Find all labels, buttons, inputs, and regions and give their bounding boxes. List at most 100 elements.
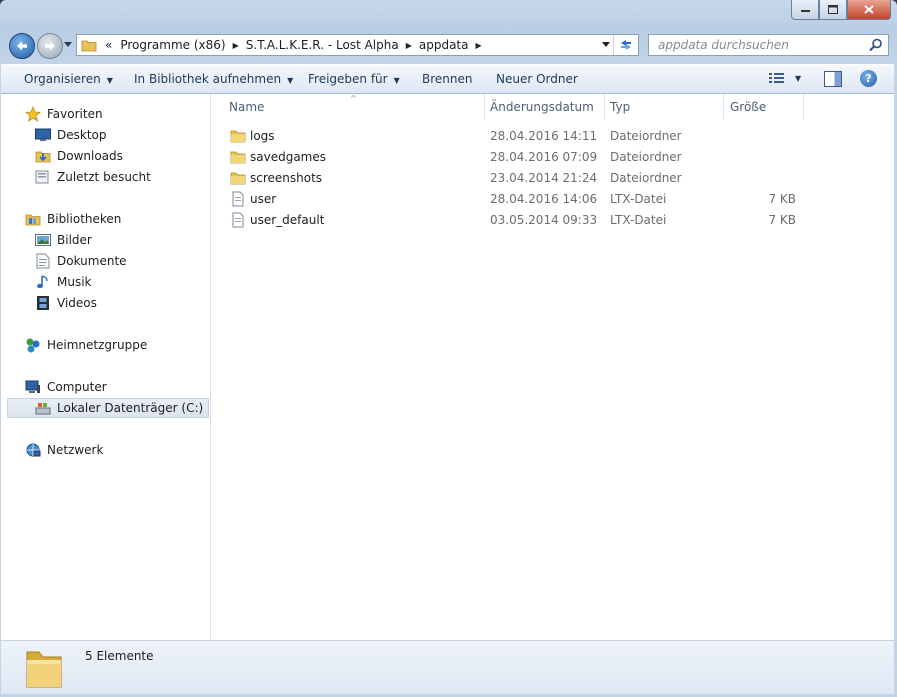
column-divider[interactable] [803,94,804,120]
homegroup-icon [25,337,41,353]
nav-downloads-label: Downloads [57,149,123,163]
close-button[interactable] [847,0,891,20]
nav-videos-label: Videos [57,296,97,310]
downloads-icon [35,148,51,164]
burn-button[interactable]: Brennen [422,72,472,86]
file-date: 03.05.2014 09:33 [490,213,598,227]
maximize-button[interactable] [819,0,847,20]
organize-button[interactable]: Organisieren ▼ [24,72,113,86]
nav-local-disk-label: Lokaler Datenträger (C:) [57,401,204,415]
file-name: savedgames [250,150,327,164]
share-with-button[interactable]: Freigeben für ▼ [308,72,400,86]
nav-computer[interactable]: Computer [25,377,107,397]
file-icon [232,191,244,207]
explorer-window: « Programme (x86) ▶ S.T.A.L.K.E.R. - Los… [0,0,897,697]
address-overflow-button[interactable]: « [105,38,112,52]
nav-videos[interactable]: Videos [35,293,97,313]
help-button[interactable]: ? [860,70,877,87]
column-header-name[interactable]: Name [229,94,264,120]
file-date: 28.04.2016 07:09 [490,150,598,164]
nav-libraries[interactable]: Bibliotheken [25,209,121,229]
column-divider[interactable] [604,94,605,120]
column-name-label: Name [229,100,265,114]
column-header-size[interactable]: Größe [730,94,766,120]
local-disk-icon [35,400,51,416]
file-date: 28.04.2016 14:06 [490,192,598,206]
nav-downloads[interactable]: Downloads [35,146,123,166]
nav-music[interactable]: Musik [35,272,92,292]
file-date: 23.04.2014 21:24 [490,171,598,185]
column-header-date[interactable]: Änderungsdatum [490,94,594,120]
column-divider[interactable] [723,94,724,120]
folder-icon [26,651,62,688]
back-button[interactable] [9,33,35,59]
navigation-pane: Favoriten Desktop Downloads Zuletzt besu… [1,94,211,640]
videos-icon [35,295,51,311]
file-icon [232,212,244,228]
search-box [648,34,889,56]
column-header-type[interactable]: Typ [610,94,630,120]
file-name: user_default [250,213,325,227]
address-history-dropdown[interactable] [602,40,610,49]
breadcrumb-separator-icon[interactable]: ▶ [475,41,481,50]
nav-homegroup[interactable]: Heimnetzgruppe [25,335,147,355]
nav-desktop-label: Desktop [57,128,107,142]
chevron-down-icon [64,42,72,47]
file-type: LTX-Datei [610,192,667,206]
breadcrumb-2[interactable]: appdata ▶ [419,38,489,52]
minimize-button[interactable] [791,0,819,20]
search-input[interactable] [656,37,870,53]
search-icon[interactable] [869,38,883,52]
breadcrumb-1[interactable]: S.T.A.L.K.E.R. - Lost Alpha ▶ [246,38,419,52]
music-icon [35,274,51,290]
breadcrumb-separator-icon[interactable]: ▶ [233,41,239,50]
forward-button[interactable] [37,33,63,59]
chevron-down-icon: ▼ [393,76,400,85]
minimize-icon [800,9,810,12]
folder-icon [230,130,246,143]
file-type: Dateiordner [610,171,682,185]
file-name: screenshots [250,171,323,185]
refresh-icon [621,40,631,50]
recent-pages-dropdown[interactable] [64,40,72,50]
breadcrumb-0[interactable]: Programme (x86) ▶ [120,38,245,52]
address-bar[interactable]: « Programme (x86) ▶ S.T.A.L.K.E.R. - Los… [76,34,639,56]
file-type: Dateiordner [610,150,682,164]
file-date: 28.04.2016 14:11 [490,129,598,143]
column-divider[interactable] [484,94,485,120]
desktop-icon [35,127,51,143]
file-name: logs [250,129,275,143]
nav-pictures[interactable]: Bilder [35,230,92,250]
file-row[interactable]: logs 28.04.2016 14:11 Dateiordner [211,126,894,147]
star-icon [25,106,41,122]
nav-documents[interactable]: Dokumente [35,251,127,271]
nav-recent-places-label: Zuletzt besucht [57,170,151,184]
breadcrumb-separator-icon[interactable]: ▶ [406,41,412,50]
details-pane: 5 Elemente [1,640,894,694]
include-library-label: In Bibliothek aufnehmen [134,72,282,86]
nav-network[interactable]: Netzwerk [25,440,103,460]
nav-recent-places[interactable]: Zuletzt besucht [35,167,151,187]
network-icon [25,442,41,458]
documents-icon [35,253,51,269]
preview-pane-button[interactable] [824,71,842,87]
details-view-icon [769,73,784,83]
nav-favorites[interactable]: Favoriten [25,104,103,124]
file-row[interactable]: user_default 03.05.2014 09:33 LTX-Datei … [211,210,894,231]
change-view-button[interactable]: ▼ [769,72,801,84]
nav-local-disk[interactable]: Lokaler Datenträger (C:) [7,398,209,418]
nav-desktop[interactable]: Desktop [35,125,107,145]
chevron-down-icon: ▼ [287,76,294,85]
file-type: Dateiordner [610,129,682,143]
file-row[interactable]: user 28.04.2016 14:06 LTX-Datei 7 KB [211,189,894,210]
folder-icon [230,151,246,164]
new-folder-button[interactable]: Neuer Ordner [496,72,578,86]
file-row[interactable]: screenshots 23.04.2014 21:24 Dateiordner [211,168,894,189]
file-row[interactable]: savedgames 28.04.2016 07:09 Dateiordner [211,147,894,168]
arrow-right-icon [45,41,55,51]
nav-pictures-label: Bilder [57,233,92,247]
pictures-icon [35,232,51,248]
refresh-button[interactable] [613,35,638,55]
include-in-library-button[interactable]: In Bibliothek aufnehmen ▼ [134,72,293,86]
navigation-bar: « Programme (x86) ▶ S.T.A.L.K.E.R. - Los… [0,30,897,60]
